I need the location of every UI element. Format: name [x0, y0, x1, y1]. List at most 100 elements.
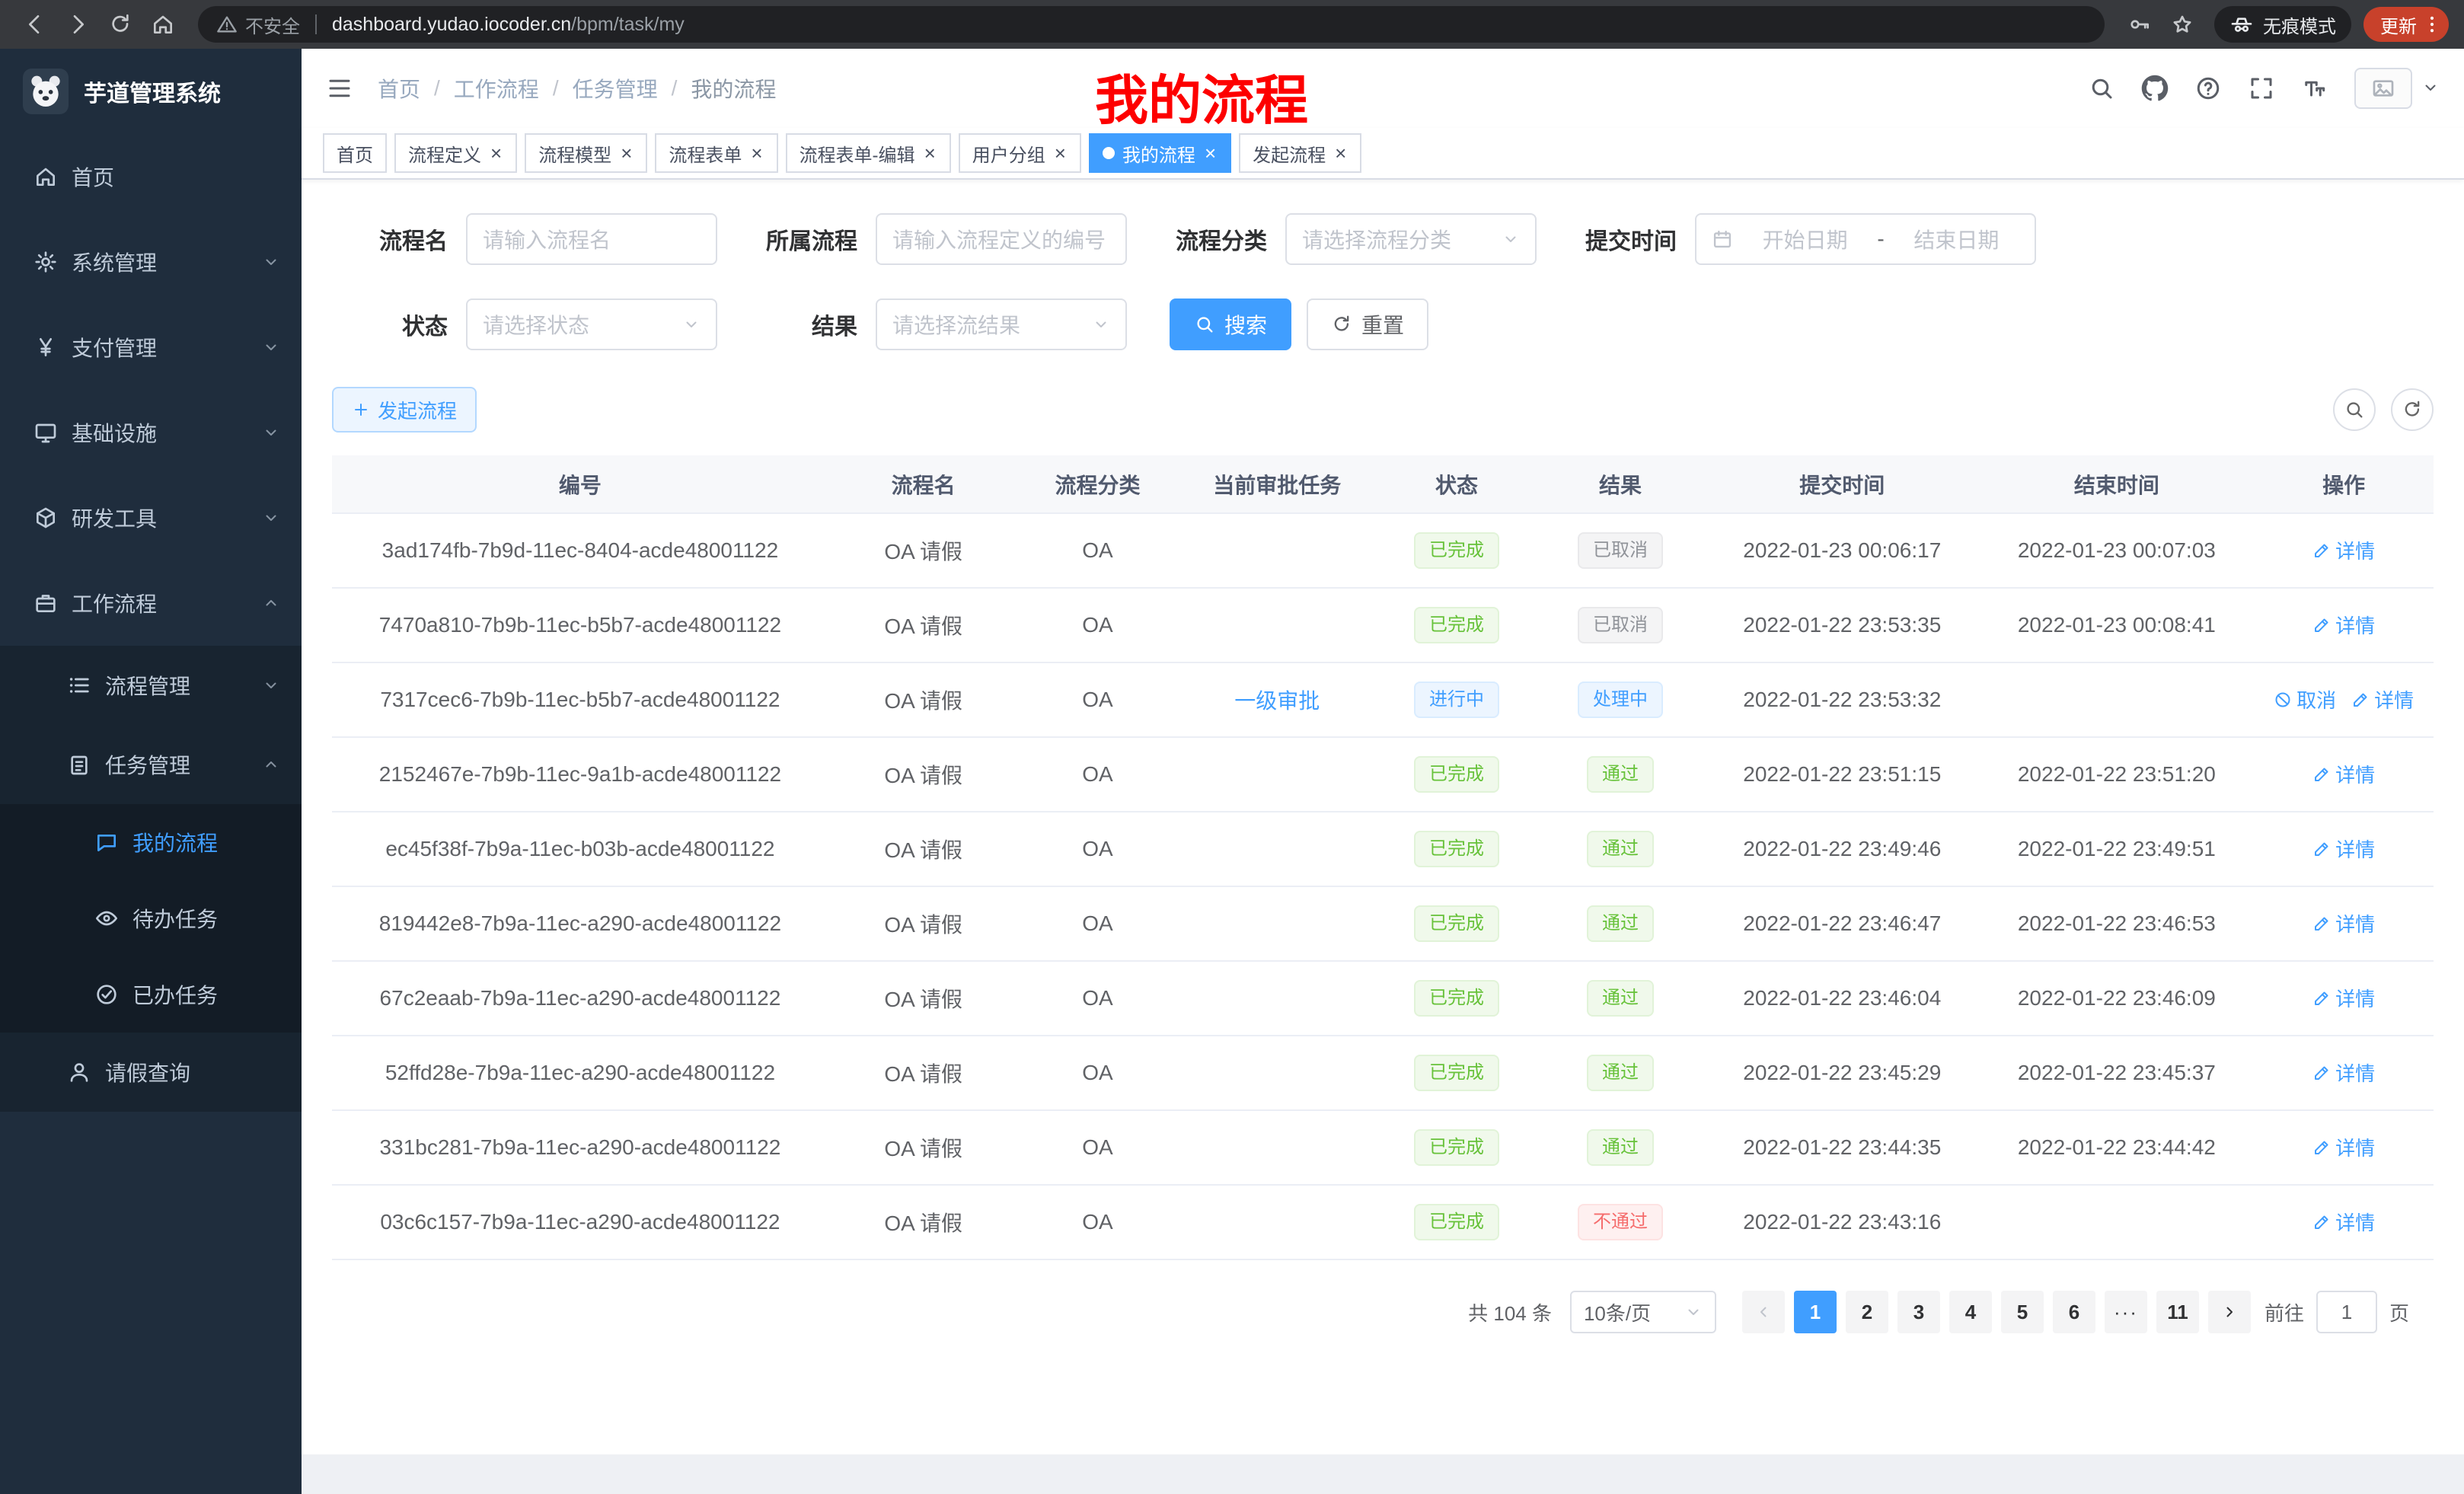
process-name-input[interactable]: 请输入流程名 [466, 213, 717, 265]
sidebar-item-todo-tasks[interactable]: 待办任务 [0, 880, 302, 956]
app-logo-row[interactable]: 芋道管理系统 [0, 49, 302, 134]
sidebar-item-home[interactable]: 首页 [0, 134, 302, 219]
pager-page-1[interactable]: 1 [1794, 1291, 1837, 1333]
sidebar-item-my-process[interactable]: 我的流程 [0, 804, 302, 880]
tab-close-icon[interactable]: × [1333, 142, 1348, 164]
tab-item[interactable]: 首页 [323, 133, 387, 173]
browser-forward-button[interactable] [58, 5, 97, 44]
breadcrumb-home[interactable]: 首页 [378, 73, 420, 104]
cancel-link[interactable]: 取消 [2274, 685, 2336, 713]
current-task-link[interactable]: 一级审批 [1234, 689, 1320, 713]
bookmark-star-icon[interactable] [2162, 5, 2202, 44]
cell-end-time: 2022-01-22 23:51:20 [1980, 737, 2255, 812]
detail-link[interactable]: 详情 [2312, 984, 2375, 1012]
pager-page-5[interactable]: 5 [2001, 1291, 2044, 1333]
result-select[interactable]: 请选择流结果 [876, 298, 1127, 350]
process-definition-input[interactable]: 请输入流程定义的编号 [876, 213, 1127, 265]
breadcrumb-task-mgmt[interactable]: 任务管理 [573, 73, 658, 104]
user-icon [67, 1060, 91, 1084]
pager-page-3[interactable]: 3 [1897, 1291, 1940, 1333]
eye-icon [94, 906, 119, 931]
page-background-strip [302, 1454, 2464, 1494]
detail-link[interactable]: 详情 [2312, 760, 2375, 788]
sidebar-item-payment-mgmt[interactable]: 支付管理 [0, 305, 302, 390]
sidebar-item-task-mgmt[interactable]: 任务管理 [0, 725, 302, 804]
tab-close-icon[interactable]: × [1203, 142, 1218, 164]
pager-ellipsis[interactable]: ··· [2105, 1291, 2147, 1333]
avatar[interactable] [2354, 68, 2412, 109]
fullscreen-button[interactable] [2248, 75, 2275, 102]
breadcrumb-workflow[interactable]: 工作流程 [454, 73, 539, 104]
create-process-button[interactable]: 发起流程 [332, 387, 477, 433]
sidebar-item-process-mgmt[interactable]: 流程管理 [0, 646, 302, 725]
detail-link[interactable]: 详情 [2312, 611, 2375, 639]
tab-item[interactable]: 发起流程× [1239, 133, 1361, 173]
password-key-icon[interactable] [2120, 5, 2159, 44]
tab-item[interactable]: 流程定义× [394, 133, 517, 173]
menu-label: 研发工具 [72, 503, 157, 533]
tab-close-icon[interactable]: × [619, 142, 634, 164]
briefcase-icon [34, 591, 58, 615]
browser-back-button[interactable] [15, 5, 55, 44]
workflow-submenu: 流程管理 任务管理 我的流程 [0, 646, 302, 1112]
tab-item[interactable]: 用户分组 × [959, 133, 1081, 173]
jump-page-input[interactable]: 1 [2316, 1291, 2377, 1333]
tab-item[interactable]: 流程表单× [655, 133, 777, 173]
tab-item[interactable]: 流程模型× [525, 133, 647, 173]
tab-item[interactable]: 流程表单-编辑× [786, 133, 951, 173]
search-button[interactable]: 搜索 [1170, 298, 1291, 350]
result-label: 结果 [760, 308, 857, 341]
result-tag: 通过 [1587, 831, 1654, 867]
cell-end-time: 2022-01-23 00:07:03 [1980, 513, 2255, 588]
next-page-button[interactable] [2208, 1291, 2251, 1333]
tab-close-icon[interactable]: × [749, 142, 764, 164]
check-circle-icon [94, 982, 119, 1007]
category-select[interactable]: 请选择流程分类 [1285, 213, 1537, 265]
sidebar-item-dev-tools[interactable]: 研发工具 [0, 475, 302, 560]
detail-link[interactable]: 详情 [2312, 536, 2375, 564]
toggle-search-button[interactable] [2333, 388, 2376, 431]
cell-process-id: 7317cec6-7b9b-11ec-b5b7-acde48001122 [332, 662, 828, 737]
detail-link[interactable]: 详情 [2351, 685, 2414, 713]
tab-close-icon[interactable]: × [923, 142, 937, 164]
header-search-button[interactable] [2088, 75, 2115, 102]
browser-home-button[interactable] [143, 5, 183, 44]
detail-link[interactable]: 详情 [2312, 909, 2375, 937]
sidebar-collapse-button[interactable] [326, 75, 353, 102]
browser-reload-button[interactable] [101, 5, 140, 44]
sidebar-item-workflow[interactable]: 工作流程 [0, 560, 302, 646]
pager-page-6[interactable]: 6 [2053, 1291, 2095, 1333]
sidebar-item-system-mgmt[interactable]: 系统管理 [0, 219, 302, 305]
browser-menu-dots-icon[interactable] [2421, 14, 2443, 35]
page-size-select[interactable]: 10条/页 [1570, 1291, 1716, 1333]
tab-close-icon[interactable]: × [1053, 142, 1068, 164]
reset-button[interactable]: 重置 [1307, 298, 1428, 350]
update-button[interactable]: 更新 [2363, 7, 2449, 42]
detail-link[interactable]: 详情 [2312, 835, 2375, 863]
sidebar-item-infrastructure[interactable]: 基础设施 [0, 390, 302, 475]
address-bar[interactable]: 不安全 dashboard.yudao.iocoder.cn/bpm/task/… [198, 6, 2105, 43]
chevron-down-icon [262, 338, 280, 356]
help-button[interactable] [2194, 75, 2222, 102]
status-select[interactable]: 请选择状态 [466, 298, 717, 350]
avatar-menu-caret[interactable] [2421, 72, 2440, 100]
pager-page-4[interactable]: 4 [1949, 1291, 1992, 1333]
refresh-table-button[interactable] [2391, 388, 2434, 431]
pager-page-11[interactable]: 11 [2156, 1291, 2199, 1333]
github-link[interactable] [2141, 75, 2169, 102]
tab-item[interactable]: 我的流程× [1089, 133, 1231, 173]
pager-page-2[interactable]: 2 [1846, 1291, 1888, 1333]
font-size-button[interactable] [2301, 75, 2328, 102]
detail-link[interactable]: 详情 [2312, 1058, 2375, 1087]
edit-icon [2312, 840, 2331, 858]
prev-page-button[interactable] [1742, 1291, 1785, 1333]
submit-time-range-picker[interactable]: 开始日期 - 结束日期 [1695, 213, 2036, 265]
detail-link[interactable]: 详情 [2312, 1133, 2375, 1161]
tab-label: 用户分组 [972, 140, 1045, 167]
column-header: 当前审批任务 [1177, 455, 1378, 513]
sidebar-item-leave-query[interactable]: 请假查询 [0, 1033, 302, 1112]
sidebar-item-done-tasks[interactable]: 已办任务 [0, 956, 302, 1033]
detail-link[interactable]: 详情 [2312, 1208, 2375, 1236]
cell-current-task [1177, 961, 1378, 1036]
tab-close-icon[interactable]: × [489, 142, 503, 164]
